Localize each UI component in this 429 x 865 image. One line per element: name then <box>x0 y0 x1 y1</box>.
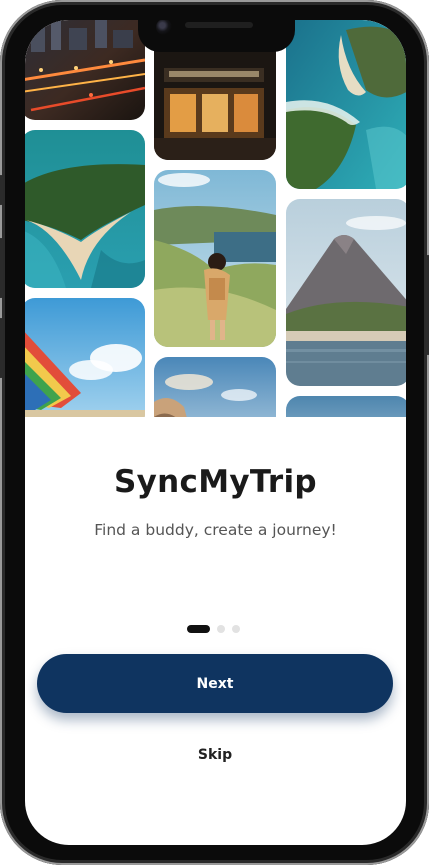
city-night-photo <box>25 20 145 120</box>
silent-switch <box>0 175 3 205</box>
page-dot-active <box>187 625 210 633</box>
island-sandbar-photo <box>25 130 145 288</box>
page-dot <box>232 625 240 633</box>
skip-button[interactable]: Skip <box>175 743 255 767</box>
volcano-lake-photo <box>286 199 406 386</box>
hiker-coast-photo <box>154 170 276 347</box>
sky-photo <box>286 396 406 417</box>
next-button[interactable]: Next <box>37 654 393 713</box>
screen: SyncMyTrip Find a buddy, create a journe… <box>25 20 406 845</box>
volume-down-button <box>0 318 3 378</box>
tagline: Find a buddy, create a journey! <box>94 521 337 539</box>
app-title: SyncMyTrip <box>114 464 317 500</box>
notch <box>138 20 295 52</box>
speaker-grille <box>185 22 253 28</box>
phone-frame: SyncMyTrip Find a buddy, create a journe… <box>0 0 429 865</box>
island-lagoon-photo <box>286 20 406 189</box>
page-indicator <box>187 625 240 633</box>
photo-gallery <box>25 20 406 417</box>
volume-up-button <box>0 238 3 298</box>
beach-banner-photo <box>25 298 145 417</box>
cliff-sky-photo <box>154 357 276 417</box>
page-dot <box>217 625 225 633</box>
front-camera <box>156 20 172 35</box>
